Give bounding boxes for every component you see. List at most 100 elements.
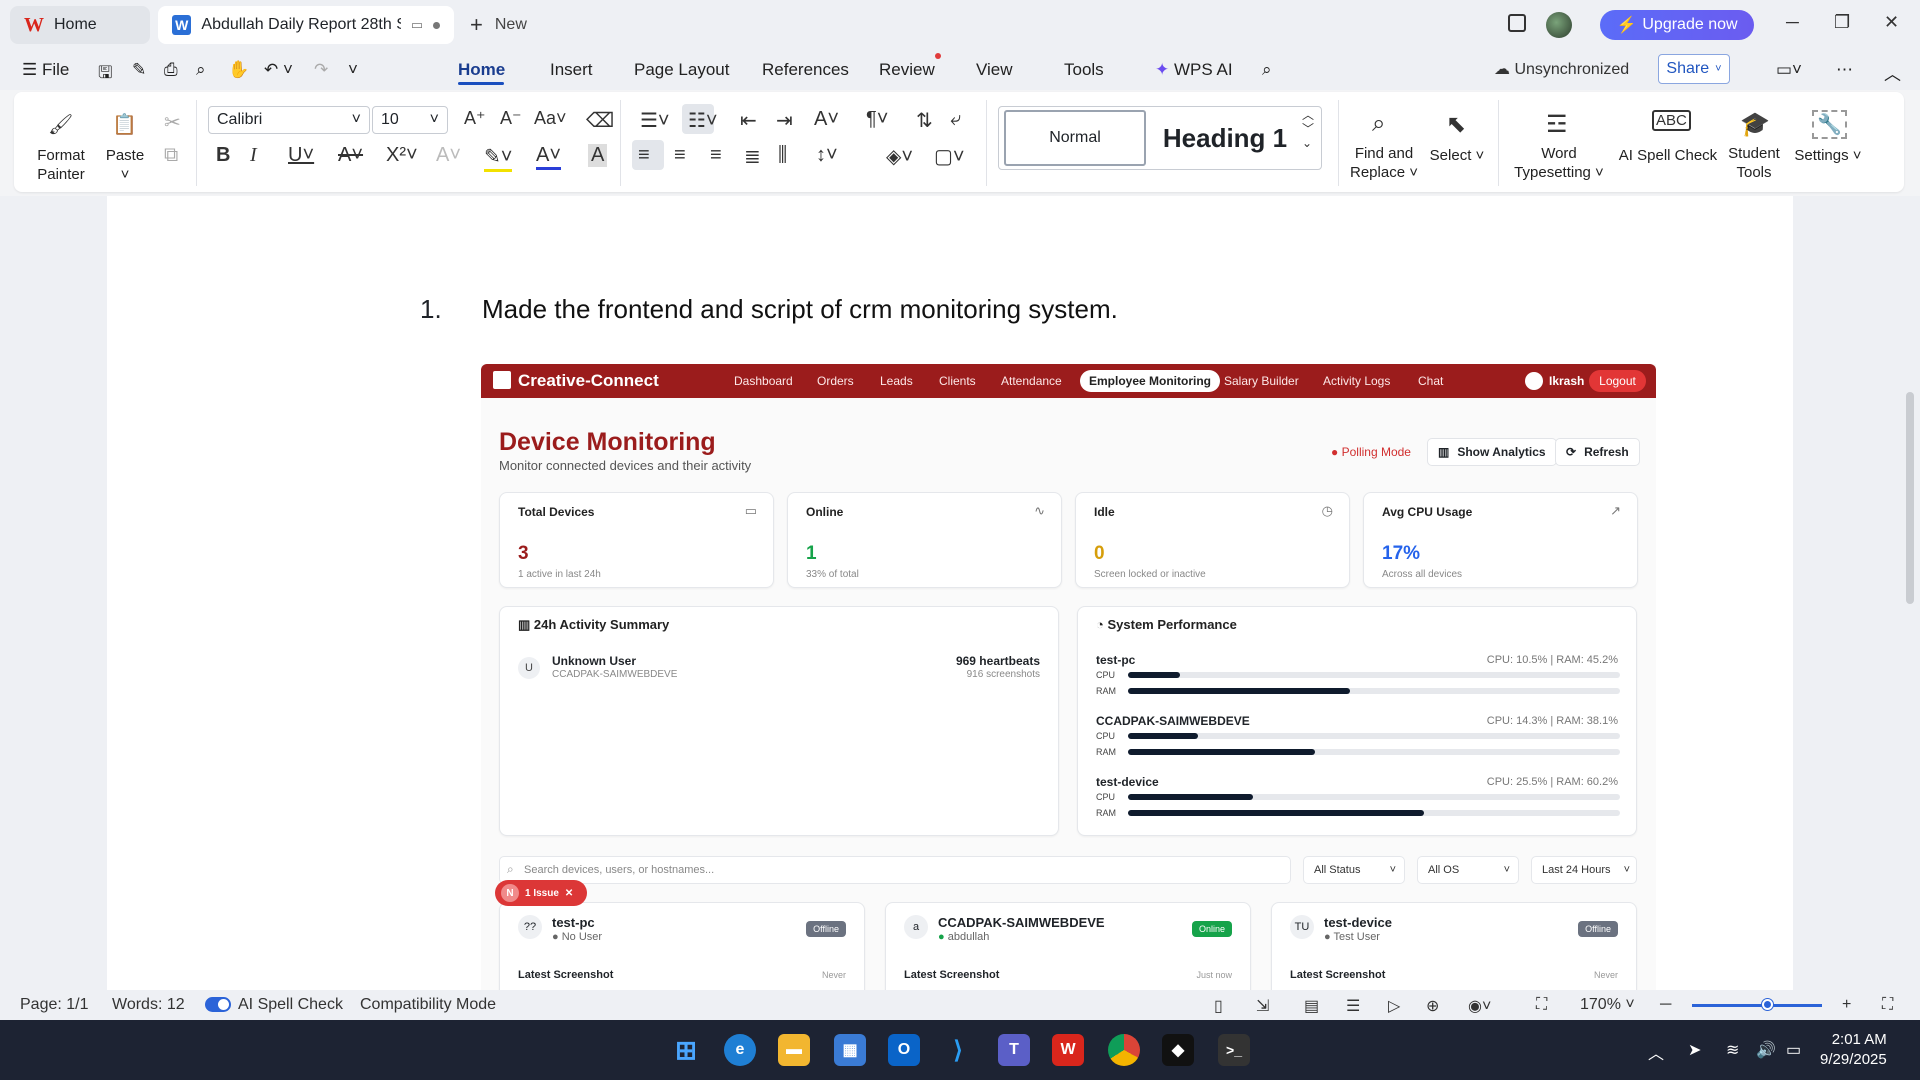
window-layout-icon[interactable]: [1508, 14, 1526, 32]
collapse-ribbon-icon[interactable]: ︿: [1884, 60, 1901, 85]
style-scroll-icon[interactable]: ︿ ﹀ ⌄: [1302, 108, 1314, 150]
format-painter-button[interactable]: Format Painter: [30, 146, 92, 184]
store-icon[interactable]: ▦: [834, 1034, 866, 1066]
chrome-icon[interactable]: [1108, 1034, 1140, 1066]
zoom-out-icon[interactable]: ─: [1660, 996, 1671, 1014]
undo-icon[interactable]: ↶ ˅: [264, 60, 293, 80]
location-icon[interactable]: ➤: [1688, 1040, 1701, 1060]
tab-document[interactable]: W Abdullah Daily Report 28th S ▭: [158, 6, 454, 44]
tab-wps-ai[interactable]: ✦ WPS AI: [1155, 60, 1233, 80]
shrink-font-icon[interactable]: A⁻: [500, 108, 522, 129]
grow-font-icon[interactable]: A⁺: [464, 108, 486, 129]
align-left-icon[interactable]: ≡: [638, 144, 650, 167]
cut-icon[interactable]: ✂: [164, 110, 181, 135]
tab-tools[interactable]: Tools: [1064, 60, 1104, 80]
highlight-icon[interactable]: ✎˅: [484, 144, 513, 172]
search-icon[interactable]: ⌕: [1262, 60, 1272, 80]
ai-spell-toggle[interactable]: [205, 997, 231, 1012]
redo-icon[interactable]: ↷: [314, 60, 328, 80]
print-preview-icon[interactable]: ⌕: [196, 60, 206, 80]
increase-indent-icon[interactable]: ⇥: [776, 108, 793, 133]
tray-chevron-icon[interactable]: ︿: [1648, 1040, 1664, 1064]
tab-insert[interactable]: Insert: [550, 60, 593, 80]
bold-icon[interactable]: B: [216, 144, 230, 167]
font-color-icon[interactable]: A˅: [536, 144, 562, 170]
minimize-icon[interactable]: ─: [1786, 12, 1799, 33]
line-break-icon[interactable]: ⤶: [950, 108, 961, 131]
share-button[interactable]: Share ˅: [1658, 54, 1730, 84]
justify-icon[interactable]: ≣: [744, 144, 761, 169]
decrease-indent-icon[interactable]: ⇤: [740, 108, 757, 133]
embedded-screenshot[interactable]: Creative-Connect Dashboard Orders Leads …: [481, 364, 1656, 990]
outline-icon[interactable]: ⇲: [1256, 996, 1269, 1016]
file-explorer-icon[interactable]: ▬: [778, 1034, 810, 1066]
page-view-icon[interactable]: ▤: [1304, 996, 1319, 1016]
text-direction-icon[interactable]: A˅: [814, 108, 839, 131]
hand-icon[interactable]: ✋: [228, 60, 249, 80]
line-spacing-icon[interactable]: ↕˅: [816, 144, 838, 167]
sync-status[interactable]: ☁ Unsynchronized: [1494, 59, 1629, 79]
ai-spell-check-button[interactable]: AI Spell Check: [1618, 146, 1718, 165]
teams-icon[interactable]: T: [998, 1034, 1030, 1066]
document-line[interactable]: Made the frontend and script of crm moni…: [482, 294, 1118, 325]
read-mode-icon[interactable]: ▯: [1214, 996, 1223, 1016]
page-indicator[interactable]: Page: 1/1: [20, 996, 89, 1014]
style-heading-1[interactable]: Heading 1: [1150, 110, 1300, 166]
close-icon[interactable]: ✕: [1884, 12, 1899, 33]
web-view-icon[interactable]: ⊕: [1426, 996, 1439, 1016]
scrollbar-thumb[interactable]: [1906, 392, 1914, 604]
superscript-icon[interactable]: X²˅: [386, 144, 418, 167]
font-family-select[interactable]: Calibri ˅: [208, 106, 370, 134]
paragraph-mark-icon[interactable]: ¶˅: [866, 108, 888, 131]
italic-icon[interactable]: I: [250, 144, 257, 167]
more-chevron-icon[interactable]: ˅: [348, 60, 358, 80]
zoom-slider-thumb[interactable]: [1762, 999, 1773, 1010]
underline-icon[interactable]: U˅: [288, 144, 314, 167]
play-icon[interactable]: ▷: [1388, 996, 1400, 1016]
clock[interactable]: 2:01 AM 9/29/2025: [1820, 1030, 1887, 1070]
user-avatar[interactable]: [1546, 12, 1572, 38]
sort-icon[interactable]: ⇅: [916, 108, 933, 133]
eye-protection-icon[interactable]: ◉˅: [1468, 996, 1491, 1016]
vscode-icon[interactable]: ⟩: [942, 1034, 974, 1066]
shading-icon[interactable]: ◈˅: [886, 144, 913, 169]
clear-format-icon[interactable]: ⌫: [586, 108, 614, 133]
upgrade-button[interactable]: ⚡ Upgrade now: [1600, 10, 1754, 40]
tab-view[interactable]: View: [976, 60, 1013, 80]
align-center-icon[interactable]: ≡: [674, 144, 686, 167]
numbered-list-icon[interactable]: ☷˅: [688, 108, 718, 133]
battery-icon[interactable]: ▭: [1786, 1040, 1801, 1060]
borders-icon[interactable]: ▢˅: [934, 144, 965, 169]
fullscreen-icon[interactable]: ⛶: [1882, 996, 1893, 1014]
distribute-icon[interactable]: ⫼: [778, 144, 787, 167]
file-menu[interactable]: ☰ File: [22, 60, 69, 80]
change-case-icon[interactable]: Aa˅: [534, 108, 567, 129]
find-replace-button[interactable]: Find and Replace ˅: [1346, 144, 1422, 182]
tab-review[interactable]: Review: [879, 60, 935, 80]
fit-page-icon[interactable]: ⛶: [1536, 996, 1547, 1014]
outlook-icon[interactable]: O: [888, 1034, 920, 1066]
pen-icon[interactable]: ✎: [132, 60, 146, 80]
unsaved-dot-icon[interactable]: [433, 21, 440, 29]
word-count[interactable]: Words: 12: [112, 996, 185, 1014]
new-tab-button[interactable]: + New: [470, 12, 527, 38]
word-typesetting-button[interactable]: Word Typesetting ˅: [1510, 144, 1608, 182]
wps-office-icon[interactable]: W: [1052, 1034, 1084, 1066]
tab-references[interactable]: References: [762, 60, 849, 80]
student-tools-button[interactable]: Student Tools: [1722, 144, 1786, 182]
tab-home-ribbon[interactable]: Home: [458, 60, 505, 80]
more-options-icon[interactable]: ⋯: [1836, 60, 1853, 80]
zoom-slider[interactable]: [1692, 1004, 1822, 1007]
strikethrough-icon[interactable]: A˅: [338, 144, 363, 167]
zoom-level[interactable]: 170% ˅: [1580, 996, 1635, 1014]
volume-icon[interactable]: 🔊: [1756, 1040, 1776, 1060]
tab-page-layout[interactable]: Page Layout: [634, 60, 729, 80]
wifi-icon[interactable]: ≋: [1726, 1040, 1739, 1060]
windows-start-icon[interactable]: ⊞: [670, 1034, 702, 1066]
tab-home[interactable]: W Home: [10, 6, 150, 44]
screen-cast-icon[interactable]: ▭˅: [1776, 60, 1802, 80]
paste-button[interactable]: Paste ˅: [100, 146, 150, 184]
select-button[interactable]: Select ˅: [1424, 146, 1490, 165]
zoom-in-icon[interactable]: +: [1842, 996, 1851, 1014]
settings-button[interactable]: Settings ˅: [1790, 146, 1866, 165]
